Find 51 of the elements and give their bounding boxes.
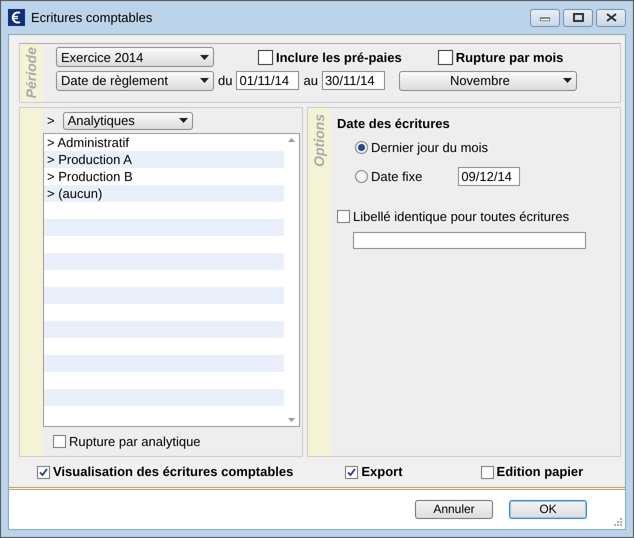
minimize-button[interactable] [530, 8, 560, 26]
checkbox[interactable] [345, 466, 358, 478]
app-icon [8, 9, 25, 26]
checkbox-label: Visualisation des écritures comptables [53, 463, 294, 482]
checkbox[interactable] [53, 435, 66, 448]
minimize-icon [540, 14, 550, 20]
scroll-up-icon[interactable] [288, 138, 295, 142]
dialog-button[interactable]: Annuler [415, 500, 493, 519]
checkbox-label: Inclure les pré-paies [276, 48, 402, 67]
to-label: au [303, 72, 318, 90]
checkbox-label: Edition papier [496, 463, 584, 482]
from-date-field[interactable]: 01/11/14 [236, 71, 300, 90]
dropdown-arrow-icon [200, 54, 209, 60]
scroll-down-icon[interactable] [288, 418, 295, 422]
to-date-field[interactable]: 30/11/14 [322, 71, 385, 90]
close-icon [606, 13, 616, 22]
checkbox[interactable] [258, 50, 273, 65]
maximize-button[interactable] [563, 8, 593, 26]
resize-grip-icon[interactable] [613, 517, 623, 527]
close-button[interactable] [596, 8, 626, 26]
exercise-dropdown[interactable]: Exercice 2014 [56, 47, 214, 68]
checkbox[interactable] [438, 50, 453, 65]
radio-option[interactable]: Date fixe [355, 167, 422, 186]
radio-option[interactable]: Dernier jour du mois [355, 138, 488, 157]
month-dropdown[interactable]: Novembre [398, 70, 577, 90]
list-item[interactable]: > Production A [44, 151, 284, 168]
dropdown-arrow-icon [200, 78, 209, 83]
checkbox[interactable] [37, 466, 50, 478]
section-label: Période [22, 47, 40, 99]
checkbox-label: Rupture par mois [456, 48, 564, 67]
fixed-date-field[interactable]: 09/12/14 [458, 167, 520, 186]
section-label: Options [310, 114, 328, 167]
checkbox-label: Export [361, 463, 403, 482]
window-title: Ecritures comptables [31, 8, 152, 27]
date-type-dropdown[interactable]: Date de règlement [56, 70, 214, 90]
checkbox[interactable] [480, 466, 494, 478]
expand-marker: > [47, 112, 55, 130]
section-heading: Date des écritures [337, 115, 451, 133]
dropdown-arrow-icon [178, 118, 188, 123]
from-label: du [218, 72, 232, 90]
label-text-field[interactable] [353, 232, 586, 249]
list-item[interactable]: > Administratif [44, 134, 284, 151]
dialog-button[interactable]: OK [509, 500, 587, 519]
maximize-icon [572, 13, 584, 22]
checkbox-label: Rupture par analytique [69, 432, 201, 451]
list-item[interactable]: > Production B [44, 168, 284, 185]
dropdown-arrow-icon [562, 78, 572, 83]
list-item[interactable]: > (aucun) [44, 185, 284, 202]
checkbox-label: Libellé identique pour toutes écritures [353, 208, 570, 226]
checkbox[interactable] [337, 210, 350, 223]
analytics-dropdown[interactable]: Analytiques [62, 112, 193, 130]
